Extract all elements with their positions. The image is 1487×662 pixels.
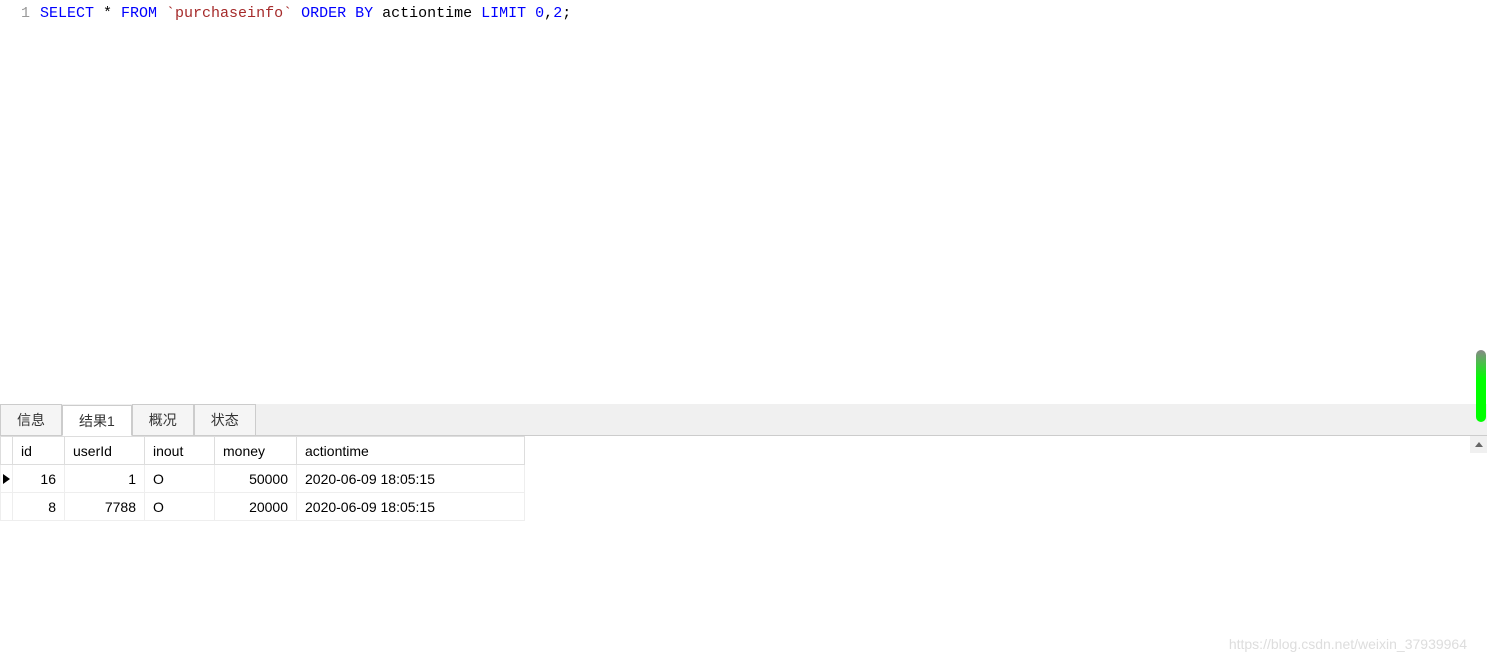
keyword-from: FROM [121,5,157,22]
token-column: actiontime [373,5,481,22]
table-row[interactable]: 16 1 O 50000 2020-06-09 18:05:15 [1,465,525,493]
keyword-orderby: ORDER BY [301,5,373,22]
cell-inout[interactable]: O [145,465,215,493]
editor-scrollbar[interactable] [1476,350,1486,422]
tab-info[interactable]: 信息 [0,404,62,435]
table-header-row: id userId inout money actiontime [1,437,525,465]
token-semi: ; [562,5,571,22]
results-tabs: 信息 结果1 概况 状态 [0,404,1487,436]
cell-userid[interactable]: 7788 [65,493,145,521]
token-table: `purchaseinfo` [157,5,301,22]
cell-actiontime[interactable]: 2020-06-09 18:05:15 [297,493,525,521]
token-num2: 2 [553,5,562,22]
watermark: https://blog.csdn.net/weixin_37939964 [1229,636,1467,652]
token-space [526,5,535,22]
col-header-actiontime[interactable]: actiontime [297,437,525,465]
cell-id[interactable]: 8 [13,493,65,521]
col-header-money[interactable]: money [215,437,297,465]
token-comma: , [544,5,553,22]
cell-inout[interactable]: O [145,493,215,521]
row-indicator [1,493,13,521]
cell-actiontime[interactable]: 2020-06-09 18:05:15 [297,465,525,493]
col-header-inout[interactable]: inout [145,437,215,465]
token-num0: 0 [535,5,544,22]
current-row-arrow-icon [3,474,10,484]
cell-money[interactable]: 50000 [215,465,297,493]
col-header-id[interactable]: id [13,437,65,465]
keyword-limit: LIMIT [481,5,526,22]
tab-status[interactable]: 状态 [194,404,256,435]
table-row[interactable]: 8 7788 O 20000 2020-06-09 18:05:15 [1,493,525,521]
sql-editor[interactable]: 1 SELECT * FROM `purchaseinfo` ORDER BY … [0,0,1487,404]
results-area: id userId inout money actiontime 16 1 O … [0,436,1487,662]
row-indicator-header [1,437,13,465]
chevron-up-icon [1475,442,1483,447]
cell-userid[interactable]: 1 [65,465,145,493]
results-scroll-up[interactable] [1470,436,1487,453]
code-content[interactable]: SELECT * FROM `purchaseinfo` ORDER BY ac… [40,0,1487,404]
tab-result1[interactable]: 结果1 [62,405,132,436]
keyword-select: SELECT [40,5,94,22]
line-number: 1 [21,5,30,22]
line-gutter: 1 [0,0,40,404]
tab-profile[interactable]: 概况 [132,404,194,435]
cell-id[interactable]: 16 [13,465,65,493]
cell-money[interactable]: 20000 [215,493,297,521]
col-header-userid[interactable]: userId [65,437,145,465]
row-indicator [1,465,13,493]
token-star: * [94,5,121,22]
results-table[interactable]: id userId inout money actiontime 16 1 O … [0,436,525,521]
